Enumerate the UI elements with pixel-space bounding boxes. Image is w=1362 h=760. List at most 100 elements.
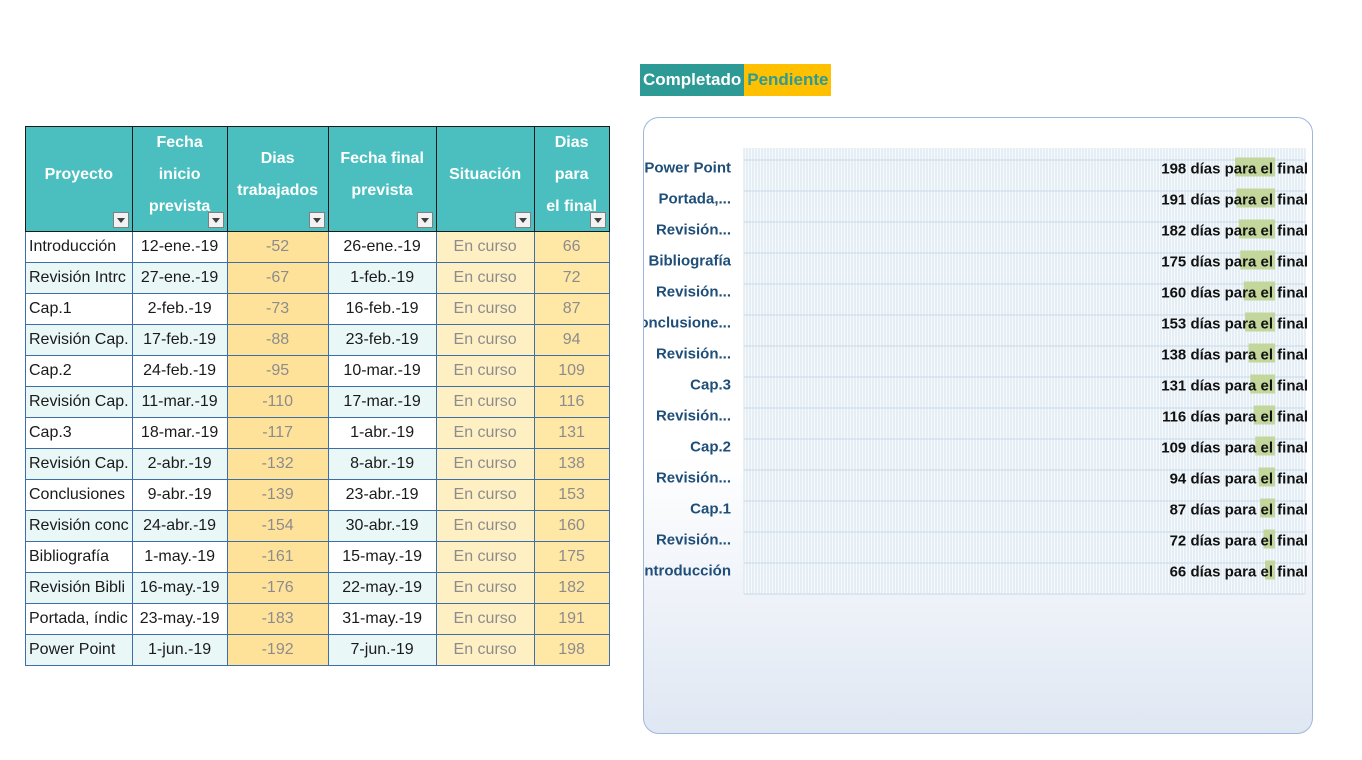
table-row[interactable]: Revisión Cap. 17-feb.-19 -88 23-feb.-19 En c… bbox=[25, 324, 610, 356]
cell-remaining[interactable]: 109 bbox=[533, 355, 610, 387]
cell-end[interactable]: 26-ene.-19 bbox=[327, 231, 437, 263]
cell-remaining[interactable]: 153 bbox=[533, 479, 610, 511]
cell-worked[interactable]: -52 bbox=[226, 231, 329, 263]
cell-end[interactable]: 1-feb.-19 bbox=[327, 262, 437, 294]
cell-end[interactable]: 17-mar.-19 bbox=[327, 386, 437, 418]
filter-dropdown-icon[interactable] bbox=[416, 212, 433, 228]
cell-project[interactable]: Cap.2 bbox=[25, 355, 133, 387]
cell-start[interactable]: 17-feb.-19 bbox=[131, 324, 228, 356]
cell-start[interactable]: 11-mar.-19 bbox=[131, 386, 228, 418]
table-row[interactable]: Power Point 1-jun.-19 -192 7-jun.-19 En curs… bbox=[25, 634, 610, 666]
cell-remaining[interactable]: 66 bbox=[533, 231, 610, 263]
table-row[interactable]: Cap.1 2-feb.-19 -73 16-feb.-19 En curso 87 bbox=[25, 293, 610, 325]
cell-worked[interactable]: -117 bbox=[226, 417, 329, 449]
cell-start[interactable]: 9-abr.-19 bbox=[131, 479, 228, 511]
cell-status[interactable]: En curso bbox=[435, 572, 535, 604]
cell-end[interactable]: 1-abr.-19 bbox=[327, 417, 437, 449]
cell-worked[interactable]: -161 bbox=[226, 541, 329, 573]
cell-status[interactable]: En curso bbox=[435, 262, 535, 294]
cell-remaining[interactable]: 160 bbox=[533, 510, 610, 542]
cell-worked[interactable]: -176 bbox=[226, 572, 329, 604]
cell-start[interactable]: 24-feb.-19 bbox=[131, 355, 228, 387]
cell-remaining[interactable]: 182 bbox=[533, 572, 610, 604]
cell-status[interactable]: En curso bbox=[435, 386, 535, 418]
cell-remaining[interactable]: 138 bbox=[533, 448, 610, 480]
filter-dropdown-icon[interactable] bbox=[308, 212, 325, 228]
cell-start[interactable]: 2-abr.-19 bbox=[131, 448, 228, 480]
cell-end[interactable]: 7-jun.-19 bbox=[327, 634, 437, 666]
cell-remaining[interactable]: 87 bbox=[533, 293, 610, 325]
cell-project[interactable]: Revisión conc bbox=[25, 510, 133, 542]
cell-project[interactable]: Revisión Intrc bbox=[25, 262, 133, 294]
table-row[interactable]: Portada, índic 23-may.-19 -183 31-may.-19 En… bbox=[25, 603, 610, 635]
cell-worked[interactable]: -192 bbox=[226, 634, 329, 666]
cell-status[interactable]: En curso bbox=[435, 603, 535, 635]
cell-start[interactable]: 2-feb.-19 bbox=[131, 293, 228, 325]
cell-worked[interactable]: -110 bbox=[226, 386, 329, 418]
cell-project[interactable]: Introducción bbox=[25, 231, 133, 263]
cell-end[interactable]: 16-feb.-19 bbox=[327, 293, 437, 325]
cell-start[interactable]: 16-may.-19 bbox=[131, 572, 228, 604]
cell-remaining[interactable]: 131 bbox=[533, 417, 610, 449]
cell-end[interactable]: 30-abr.-19 bbox=[327, 510, 437, 542]
cell-project[interactable]: Bibliografía bbox=[25, 541, 133, 573]
cell-status[interactable]: En curso bbox=[435, 448, 535, 480]
cell-remaining[interactable]: 175 bbox=[533, 541, 610, 573]
table-row[interactable]: Revisión Intrc 27-ene.-19 -67 1-feb.-19 En c… bbox=[25, 262, 610, 294]
cell-status[interactable]: En curso bbox=[435, 541, 535, 573]
filter-dropdown-icon[interactable] bbox=[589, 212, 606, 228]
filter-dropdown-icon[interactable] bbox=[112, 212, 129, 228]
cell-end[interactable]: 31-may.-19 bbox=[327, 603, 437, 635]
cell-start[interactable]: 18-mar.-19 bbox=[131, 417, 228, 449]
cell-status[interactable]: En curso bbox=[435, 634, 535, 666]
cell-worked[interactable]: -95 bbox=[226, 355, 329, 387]
cell-project[interactable]: Revisión Cap. bbox=[25, 448, 133, 480]
cell-start[interactable]: 27-ene.-19 bbox=[131, 262, 228, 294]
table-row[interactable]: Revisión conc 24-abr.-19 -154 30-abr.-19 En … bbox=[25, 510, 610, 542]
filter-dropdown-icon[interactable] bbox=[207, 212, 224, 228]
cell-project[interactable]: Revisión Bibli bbox=[25, 572, 133, 604]
cell-worked[interactable]: -139 bbox=[226, 479, 329, 511]
cell-status[interactable]: En curso bbox=[435, 355, 535, 387]
cell-status[interactable]: En curso bbox=[435, 479, 535, 511]
table-row[interactable]: Cap.3 18-mar.-19 -117 1-abr.-19 En curso 131 bbox=[25, 417, 610, 449]
table-row[interactable]: Bibliografía 1-may.-19 -161 15-may.-19 En cu… bbox=[25, 541, 610, 573]
cell-remaining[interactable]: 198 bbox=[533, 634, 610, 666]
cell-status[interactable]: En curso bbox=[435, 324, 535, 356]
cell-end[interactable]: 22-may.-19 bbox=[327, 572, 437, 604]
cell-start[interactable]: 1-jun.-19 bbox=[131, 634, 228, 666]
cell-remaining[interactable]: 116 bbox=[533, 386, 610, 418]
cell-remaining[interactable]: 72 bbox=[533, 262, 610, 294]
cell-project[interactable]: Power Point bbox=[25, 634, 133, 666]
cell-worked[interactable]: -132 bbox=[226, 448, 329, 480]
cell-worked[interactable]: -73 bbox=[226, 293, 329, 325]
cell-project[interactable]: Cap.3 bbox=[25, 417, 133, 449]
table-row[interactable]: Revisión Cap. 11-mar.-19 -110 17-mar.-19 En … bbox=[25, 386, 610, 418]
cell-end[interactable]: 23-feb.-19 bbox=[327, 324, 437, 356]
cell-status[interactable]: En curso bbox=[435, 293, 535, 325]
cell-worked[interactable]: -67 bbox=[226, 262, 329, 294]
cell-project[interactable]: Cap.1 bbox=[25, 293, 133, 325]
cell-worked[interactable]: -154 bbox=[226, 510, 329, 542]
cell-project[interactable]: Revisión Cap. bbox=[25, 386, 133, 418]
cell-status[interactable]: En curso bbox=[435, 510, 535, 542]
cell-worked[interactable]: -183 bbox=[226, 603, 329, 635]
cell-remaining[interactable]: 191 bbox=[533, 603, 610, 635]
cell-project[interactable]: Conclusiones bbox=[25, 479, 133, 511]
cell-status[interactable]: En curso bbox=[435, 231, 535, 263]
filter-dropdown-icon[interactable] bbox=[514, 212, 531, 228]
table-row[interactable]: Conclusiones 9-abr.-19 -139 23-abr.-19 En cu… bbox=[25, 479, 610, 511]
cell-end[interactable]: 10-mar.-19 bbox=[327, 355, 437, 387]
cell-start[interactable]: 12-ene.-19 bbox=[131, 231, 228, 263]
progress-chart[interactable]: Power Point 198 días para el final Portada… bbox=[643, 117, 1313, 734]
cell-worked[interactable]: -88 bbox=[226, 324, 329, 356]
cell-end[interactable]: 23-abr.-19 bbox=[327, 479, 437, 511]
table-row[interactable]: Introducción 12-ene.-19 -52 26-ene.-19 En cu… bbox=[25, 231, 610, 263]
cell-end[interactable]: 15-may.-19 bbox=[327, 541, 437, 573]
cell-project[interactable]: Revisión Cap. bbox=[25, 324, 133, 356]
cell-start[interactable]: 1-may.-19 bbox=[131, 541, 228, 573]
cell-start[interactable]: 23-may.-19 bbox=[131, 603, 228, 635]
table-row[interactable]: Revisión Cap. 2-abr.-19 -132 8-abr.-19 En cu… bbox=[25, 448, 610, 480]
table-row[interactable]: Cap.2 24-feb.-19 -95 10-mar.-19 En curso 109 bbox=[25, 355, 610, 387]
table-row[interactable]: Revisión Bibli 16-may.-19 -176 22-may.-19 En… bbox=[25, 572, 610, 604]
